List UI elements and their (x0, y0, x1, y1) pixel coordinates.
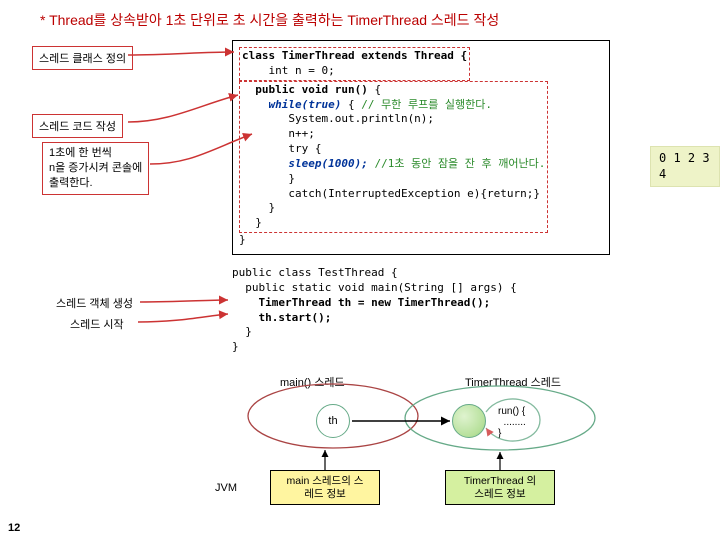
t-run-b: { (368, 83, 381, 96)
label-obj-create: 스레드 객체 생성 (56, 295, 133, 311)
c2-l3: TimerThread th = new TimerThread(); (232, 296, 490, 309)
code-testthread: public class TestThread { public static … (232, 266, 517, 355)
c2-l6: } (232, 340, 239, 353)
t-try: try { (242, 142, 321, 155)
t-sleep: sleep(1000); (242, 157, 368, 170)
box-main-info: main 스레드의 스 레드 정보 (270, 470, 380, 505)
t-clsend: } (239, 233, 246, 246)
output-box: 0 1 2 3 4 (650, 146, 720, 187)
box-timer-info: TimerThread 의 스레드 정보 (445, 470, 555, 505)
label-code-write: 스레드 코드 작성 (32, 114, 123, 138)
t-catch: catch(InterruptedException e){return;} (242, 187, 540, 200)
label-note: 1초에 한 번씩 n을 증가시켜 콘솔에 출력한다. (42, 142, 149, 195)
t-n: int n = 0; (242, 64, 335, 77)
label-main-thread: main() 스레드 (280, 374, 345, 390)
c2-l1: public class TestThread { (232, 266, 398, 279)
t-run: public void run() (242, 83, 368, 96)
t-npp: n++; (242, 127, 315, 140)
t-println: System.out.println(n); (242, 112, 434, 125)
t-runend: } (242, 216, 262, 229)
code-timerthread: class TimerThread extends Thread { int n… (232, 40, 610, 255)
c2-l5: } (232, 325, 252, 338)
t-whend: } (242, 201, 275, 214)
t-while-c: // 무한 루프를 실행한다. (361, 98, 492, 111)
page-number: 12 (8, 522, 20, 534)
t-tryend: } (242, 172, 295, 185)
c2-l4: th.start(); (232, 311, 331, 324)
t-sleep-c: //1초 동안 잠을 잔 후 깨어난다. (368, 157, 546, 170)
circle-th: th (316, 404, 350, 438)
label-class-def: 스레드 클래스 정의 (32, 46, 133, 70)
t-while-b: { (341, 98, 361, 111)
label-jvm: JVM (215, 482, 237, 494)
page-title: * Thread를 상속받아 1초 단위로 초 시간을 출력하는 TimerTh… (40, 10, 499, 30)
circle-timer (452, 404, 486, 438)
label-start: 스레드 시작 (70, 316, 124, 332)
label-run: run() { ........ } (498, 406, 526, 439)
t-class: class TimerThread extends Thread { (242, 49, 467, 62)
label-timer-thread: TimerThread 스레드 (465, 374, 561, 390)
c2-l2: public static void main(String [] args) … (232, 281, 517, 294)
t-while: while(true) (242, 98, 341, 111)
